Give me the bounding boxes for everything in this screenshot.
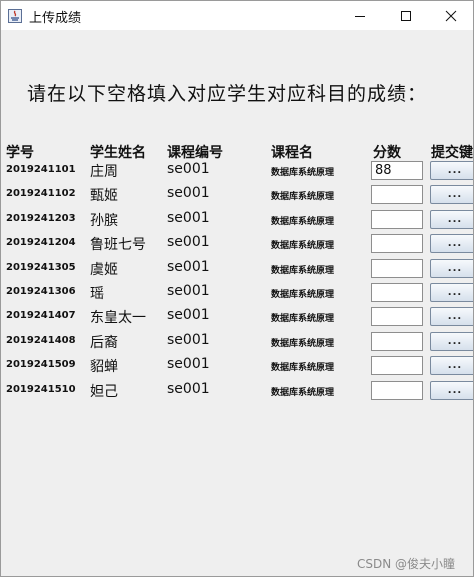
header-student-name: 学生姓名 xyxy=(90,145,146,161)
submit-score-button[interactable]: ... xyxy=(430,185,473,204)
course-code-cell: se001 xyxy=(167,307,210,323)
close-button[interactable] xyxy=(428,1,473,30)
course-name-cell: 数据库系统原理 xyxy=(271,168,335,178)
student-id-cell: 2019241510 xyxy=(6,384,76,395)
course-code-cell: se001 xyxy=(167,161,210,177)
header-submit: 提交键 xyxy=(431,145,473,161)
score-input[interactable] xyxy=(371,185,423,204)
submit-score-button[interactable]: ... xyxy=(430,356,473,375)
submit-score-button[interactable]: ... xyxy=(430,259,473,278)
student-id-cell: 2019241203 xyxy=(6,213,76,224)
score-input[interactable] xyxy=(371,356,423,375)
course-name-cell: 数据库系统原理 xyxy=(271,388,335,398)
student-name-cell: 孙膑 xyxy=(90,213,118,229)
score-input[interactable] xyxy=(371,234,423,253)
course-code-cell: se001 xyxy=(167,185,210,201)
student-id-cell: 2019241407 xyxy=(6,310,76,321)
score-input[interactable] xyxy=(371,210,423,229)
submit-score-button[interactable]: ... xyxy=(430,161,473,180)
watermark: CSDN @俊夫小瞳 xyxy=(357,557,456,571)
student-id-cell: 2019241204 xyxy=(6,237,76,248)
close-icon xyxy=(445,10,457,21)
course-code-cell: se001 xyxy=(167,210,210,226)
window-title: 上传成绩 xyxy=(29,11,82,26)
course-name-cell: 数据库系统原理 xyxy=(271,314,335,324)
course-code-cell: se001 xyxy=(167,332,210,348)
student-id-cell: 2019241509 xyxy=(6,359,76,370)
student-name-cell: 甄姬 xyxy=(90,188,118,204)
minimize-button[interactable] xyxy=(337,1,383,30)
student-name-cell: 后裔 xyxy=(90,335,118,351)
student-id-cell: 2019241102 xyxy=(6,188,76,199)
score-input[interactable] xyxy=(371,332,423,351)
course-code-cell: se001 xyxy=(167,356,210,372)
minimize-icon xyxy=(355,15,365,17)
course-name-cell: 数据库系统原理 xyxy=(271,217,335,227)
score-input[interactable] xyxy=(371,381,423,400)
submit-score-button[interactable]: ... xyxy=(430,283,473,302)
student-id-cell: 2019241306 xyxy=(6,286,76,297)
maximize-icon xyxy=(401,10,411,21)
course-code-cell: se001 xyxy=(167,259,210,275)
score-input[interactable] xyxy=(371,161,423,180)
student-id-cell: 2019241408 xyxy=(6,335,76,346)
submit-score-button[interactable]: ... xyxy=(430,332,473,351)
title-bar[interactable]: 上传成绩 xyxy=(1,1,473,30)
student-id-cell: 2019241305 xyxy=(6,262,76,273)
student-name-cell: 虞姬 xyxy=(90,262,118,278)
course-name-cell: 数据库系统原理 xyxy=(271,192,335,202)
java-app-icon xyxy=(8,8,22,23)
header-score: 分数 xyxy=(373,145,401,161)
upload-grades-window: 上传成绩 请在以下空格填入对应学生对应科目的成绩： 学号 学生姓名 课程编号 课… xyxy=(0,0,474,577)
score-input[interactable] xyxy=(371,259,423,278)
score-input[interactable] xyxy=(371,283,423,302)
student-name-cell: 瑶 xyxy=(90,286,104,302)
student-id-cell: 2019241101 xyxy=(6,164,76,175)
score-input[interactable] xyxy=(371,307,423,326)
submit-score-button[interactable]: ... xyxy=(430,210,473,229)
submit-score-button[interactable]: ... xyxy=(430,307,473,326)
course-code-cell: se001 xyxy=(167,381,210,397)
maximize-button[interactable] xyxy=(383,1,429,30)
course-code-cell: se001 xyxy=(167,283,210,299)
course-name-cell: 数据库系统原理 xyxy=(271,339,335,349)
course-name-cell: 数据库系统原理 xyxy=(271,290,335,300)
submit-score-button[interactable]: ... xyxy=(430,234,473,253)
student-name-cell: 鲁班七号 xyxy=(90,237,146,253)
student-name-cell: 貂蝉 xyxy=(90,359,118,375)
course-name-cell: 数据库系统原理 xyxy=(271,266,335,276)
header-course-name: 课程名 xyxy=(271,145,313,161)
course-code-cell: se001 xyxy=(167,234,210,250)
student-name-cell: 庄周 xyxy=(90,164,118,180)
header-student-id: 学号 xyxy=(6,145,34,161)
course-name-cell: 数据库系统原理 xyxy=(271,241,335,251)
student-name-cell: 妲己 xyxy=(90,384,118,400)
student-name-cell: 东皇太一 xyxy=(90,310,146,326)
submit-score-button[interactable]: ... xyxy=(430,381,473,400)
instruction-label: 请在以下空格填入对应学生对应科目的成绩： xyxy=(27,83,428,105)
header-course-code: 课程编号 xyxy=(167,145,223,161)
course-name-cell: 数据库系统原理 xyxy=(271,363,335,373)
